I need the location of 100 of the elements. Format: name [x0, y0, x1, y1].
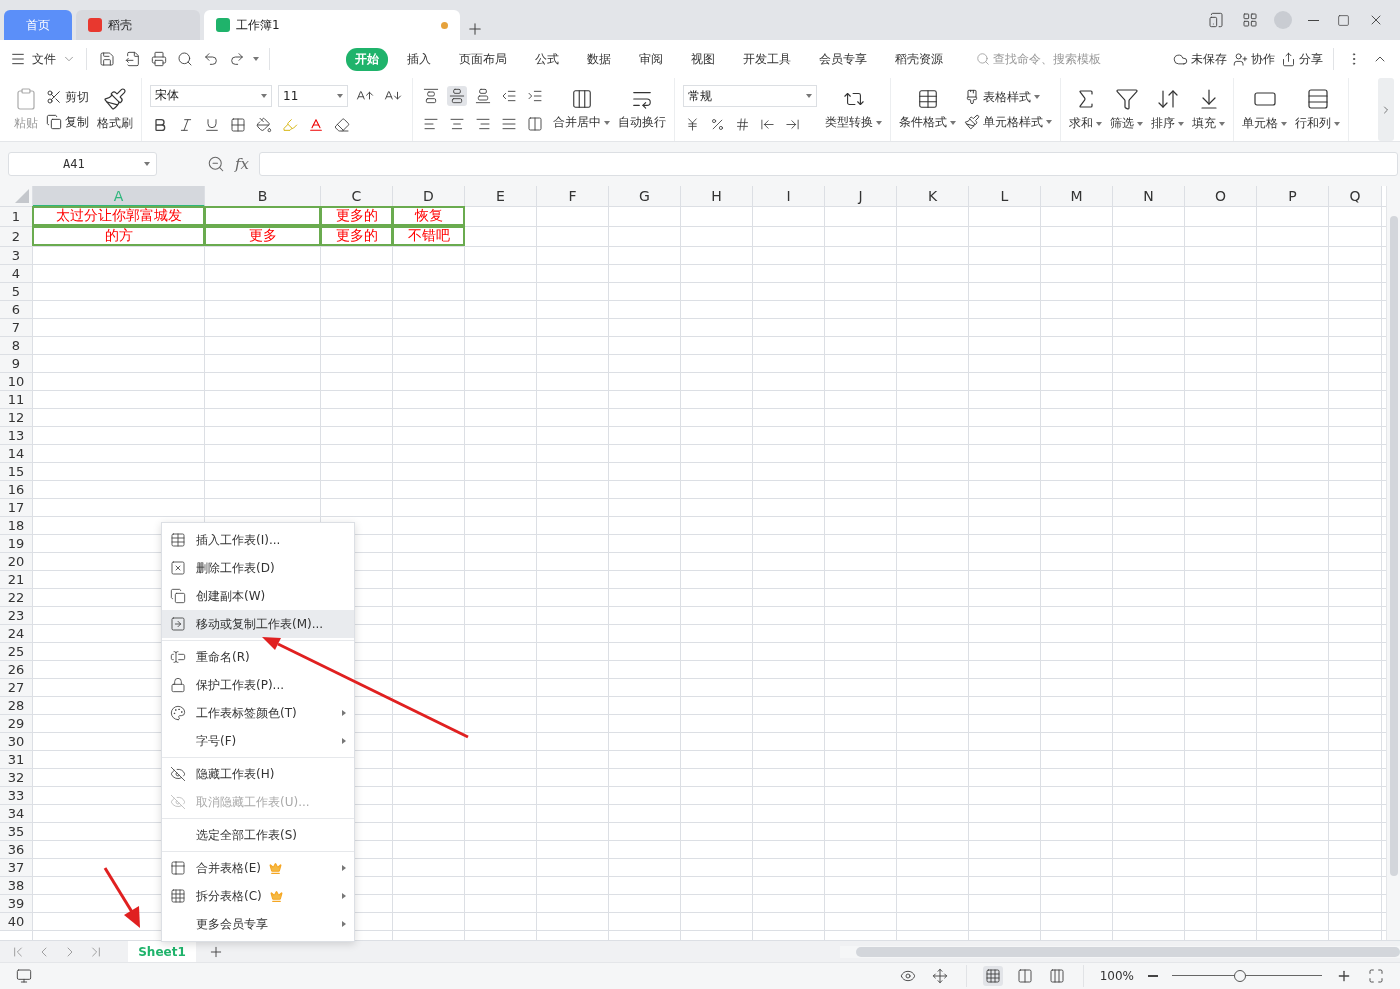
row-header[interactable]: 19 — [0, 535, 33, 553]
menu-item[interactable]: 字号(F) — [162, 727, 354, 755]
table-cell[interactable]: 的方 — [32, 226, 205, 246]
row-header[interactable]: 9 — [0, 355, 33, 373]
table-cell[interactable]: 不错吧 — [392, 226, 465, 246]
cell-style-button[interactable]: 单元格样式 — [964, 113, 1052, 131]
row-header[interactable]: 38 — [0, 877, 33, 895]
row-header[interactable]: 26 — [0, 661, 33, 679]
row-header[interactable]: 17 — [0, 499, 33, 517]
file-menu[interactable]: 文件 — [32, 50, 56, 68]
column-header[interactable]: K — [897, 186, 969, 207]
column-header[interactable]: D — [393, 186, 465, 207]
row-header[interactable]: 33 — [0, 787, 33, 805]
column-header[interactable]: N — [1113, 186, 1185, 207]
row-header[interactable]: 28 — [0, 697, 33, 715]
wrap-text-button[interactable]: 自动换行 — [618, 88, 666, 131]
column-header[interactable]: G — [609, 186, 681, 207]
row-header[interactable]: 16 — [0, 481, 33, 499]
apps-button[interactable] — [1240, 10, 1260, 30]
column-header[interactable]: Q — [1329, 186, 1382, 207]
zoom-level[interactable]: 100% — [1099, 969, 1134, 983]
row-header[interactable]: 39 — [0, 895, 33, 913]
ribbon-tab[interactable]: 视图 — [682, 47, 724, 71]
menu-item[interactable]: 选定全部工作表(S) — [162, 821, 354, 849]
ribbon-tab[interactable]: 开发工具 — [734, 47, 800, 71]
column-header[interactable]: L — [969, 186, 1041, 207]
table-cell[interactable]: 太过分让你郭富城发 — [32, 206, 205, 226]
row-header[interactable]: 6 — [0, 301, 33, 319]
row-header[interactable]: 22 — [0, 589, 33, 607]
row-header[interactable]: 30 — [0, 733, 33, 751]
horizontal-scrollbar[interactable] — [840, 945, 1400, 958]
ribbon-tab[interactable]: 公式 — [526, 47, 568, 71]
ribbon-tab[interactable]: 审阅 — [630, 47, 672, 71]
ribbon-button[interactable]: 行和列 — [1295, 87, 1340, 132]
menu-item[interactable]: 工作表标签颜色(T) — [162, 699, 354, 727]
type-convert-button[interactable]: 类型转换 — [825, 88, 882, 131]
row-header[interactable]: 12 — [0, 409, 33, 427]
row-header[interactable]: 27 — [0, 679, 33, 697]
toolbar-action[interactable]: 分享 — [1281, 50, 1323, 68]
table-cell[interactable]: 恢复 — [392, 206, 465, 226]
menu-item[interactable]: 隐藏工作表(H) — [162, 760, 354, 788]
row-header[interactable]: 40 — [0, 913, 33, 931]
menu-item[interactable]: 重命名(R) — [162, 643, 354, 671]
column-header[interactable]: B — [205, 186, 321, 207]
cut-button[interactable]: 剪切 — [46, 88, 89, 106]
row-header[interactable]: 8 — [0, 337, 33, 355]
ribbon-tab[interactable]: 会员专享 — [810, 47, 876, 71]
document-tab[interactable]: 工作簿1 — [204, 10, 460, 40]
font-name-select[interactable]: 宋体 — [150, 84, 272, 107]
row-header[interactable]: 25 — [0, 643, 33, 661]
column-header[interactable]: I — [753, 186, 825, 207]
name-box[interactable]: A41 — [8, 152, 157, 176]
grid-view-button[interactable] — [982, 966, 1003, 986]
column-header[interactable]: P — [1257, 186, 1329, 207]
toolbar-action[interactable]: 协作 — [1233, 50, 1275, 68]
ribbon-tab[interactable]: 插入 — [398, 47, 440, 71]
row-header[interactable]: 20 — [0, 553, 33, 571]
table-cell[interactable]: 更多的 — [320, 226, 393, 246]
conditional-format-button[interactable]: 条件格式 — [899, 88, 956, 131]
empty-cell[interactable] — [204, 206, 321, 226]
table-style-button[interactable]: 表格样式 — [964, 88, 1052, 106]
ribbon-button[interactable]: 单元格 — [1242, 87, 1287, 132]
menu-item[interactable]: 插入工作表(I)... — [162, 526, 354, 554]
menu-item[interactable]: 拆分表格(C) — [162, 882, 354, 910]
row-header[interactable]: 3 — [0, 247, 33, 265]
row-header[interactable]: 2 — [0, 227, 33, 247]
column-header[interactable]: C — [321, 186, 393, 207]
row-header[interactable]: 24 — [0, 625, 33, 643]
copy-button[interactable]: 复制 — [46, 113, 89, 131]
merge-center-button[interactable]: 合并居中 — [553, 88, 610, 131]
row-header[interactable]: 37 — [0, 859, 33, 877]
column-header[interactable]: E — [465, 186, 537, 207]
menu-item[interactable]: 移动或复制工作表(M)... — [162, 610, 354, 638]
column-header[interactable]: M — [1041, 186, 1113, 207]
ribbon-tab[interactable]: 数据 — [578, 47, 620, 71]
ribbon-button[interactable]: 填充 — [1192, 87, 1225, 132]
ribbon-button[interactable]: 筛选 — [1110, 87, 1143, 132]
row-header[interactable]: 32 — [0, 769, 33, 787]
row-header[interactable]: 36 — [0, 841, 33, 859]
row-header[interactable]: 5 — [0, 283, 33, 301]
row-header[interactable]: 34 — [0, 805, 33, 823]
row-header[interactable]: 15 — [0, 463, 33, 481]
table-cell[interactable]: 更多的 — [320, 206, 393, 226]
column-header[interactable]: O — [1185, 186, 1257, 207]
number-format-select[interactable]: 常规 — [683, 85, 817, 107]
save-button[interactable] — [97, 49, 117, 69]
column-header[interactable]: J — [825, 186, 897, 207]
row-header[interactable]: 11 — [0, 391, 33, 409]
row-header[interactable]: 7 — [0, 319, 33, 337]
ribbon-tab[interactable]: 稻壳资源 — [886, 47, 952, 71]
row-header[interactable]: 31 — [0, 751, 33, 769]
row-header[interactable]: 4 — [0, 265, 33, 283]
ribbon-tab[interactable]: 页面布局 — [450, 47, 516, 71]
format-painter-button[interactable]: 格式刷 — [97, 87, 133, 132]
toolbar-action[interactable]: 未保存 — [1173, 50, 1227, 68]
column-header[interactable]: F — [537, 186, 609, 207]
formula-input[interactable] — [259, 152, 1398, 176]
tablet-button[interactable] — [1206, 10, 1226, 30]
vertical-align-button[interactable] — [447, 85, 467, 106]
row-header[interactable]: 29 — [0, 715, 33, 733]
